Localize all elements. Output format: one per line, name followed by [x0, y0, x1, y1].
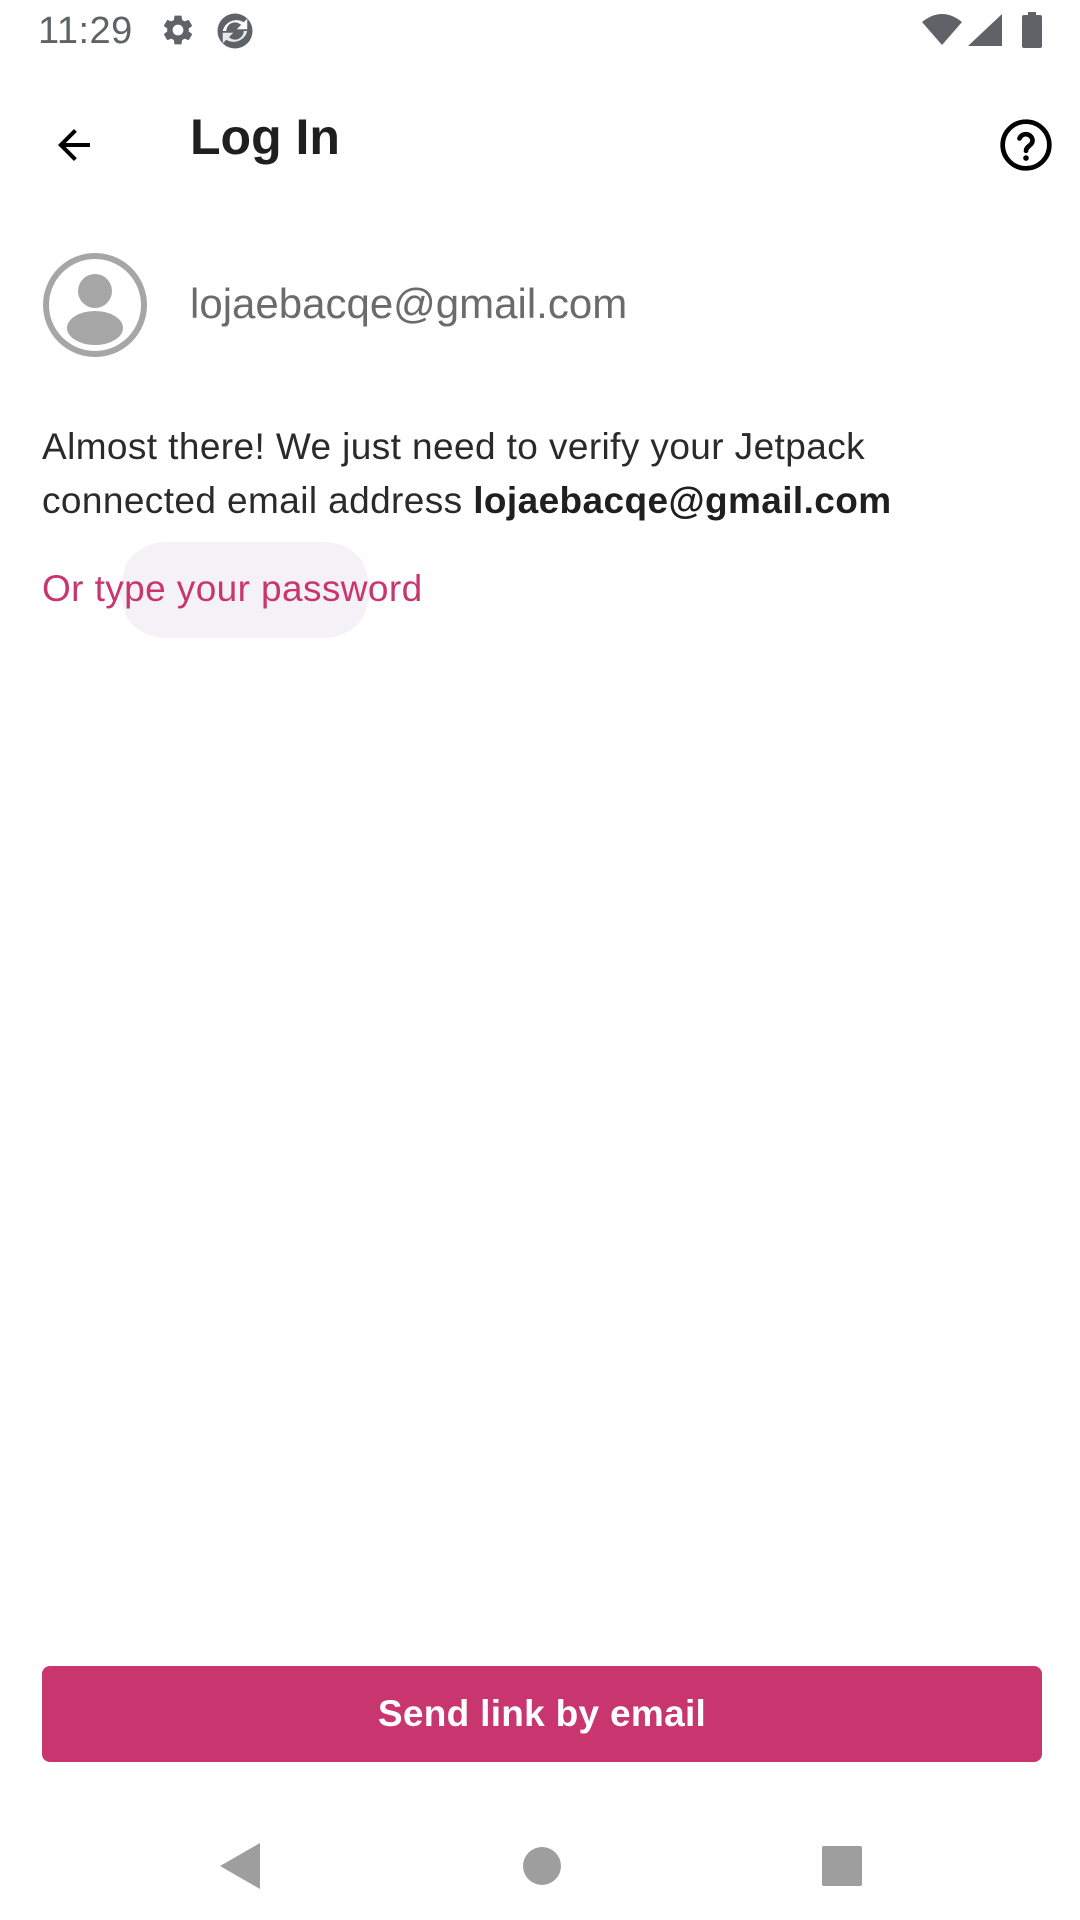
cellular-signal-icon [968, 14, 1002, 46]
nav-recents-button[interactable] [812, 1838, 872, 1898]
gear-icon [160, 12, 196, 48]
send-link-button[interactable]: Send link by email [42, 1666, 1042, 1762]
account-email: lojaebacqe@gmail.com [190, 280, 628, 327]
nav-back-icon [216, 1841, 264, 1896]
type-password-link[interactable]: Or type your password [42, 568, 423, 610]
app-bar: Log In [0, 63, 1080, 213]
verification-message: Almost there! We just need to verify you… [42, 420, 1042, 528]
status-bar: 11:29 [0, 0, 1080, 63]
page-title: Log In [190, 109, 340, 165]
navigation-bar [0, 1808, 1080, 1920]
verification-message-email: lojaebacqe@gmail.com [473, 480, 892, 521]
back-button[interactable] [30, 103, 118, 191]
help-circle-icon [998, 117, 1054, 178]
account-circle-icon [42, 252, 148, 358]
arrow-back-icon [50, 121, 98, 174]
nav-recents-icon [822, 1845, 862, 1891]
help-button[interactable] [982, 103, 1070, 191]
password-link-container: Or type your password [30, 542, 450, 638]
nav-home-icon [522, 1846, 562, 1891]
status-time: 11:29 [38, 10, 133, 52]
login-screen: 11:29 Log In lojaebacqe@gmail.com Almost… [0, 0, 1080, 1920]
wifi-icon [922, 14, 962, 46]
nav-back-button[interactable] [210, 1838, 270, 1898]
battery-icon [1022, 12, 1042, 48]
nav-home-button[interactable] [512, 1838, 572, 1898]
account-row: lojaebacqe@gmail.com [42, 252, 1042, 358]
sync-icon [214, 10, 256, 52]
